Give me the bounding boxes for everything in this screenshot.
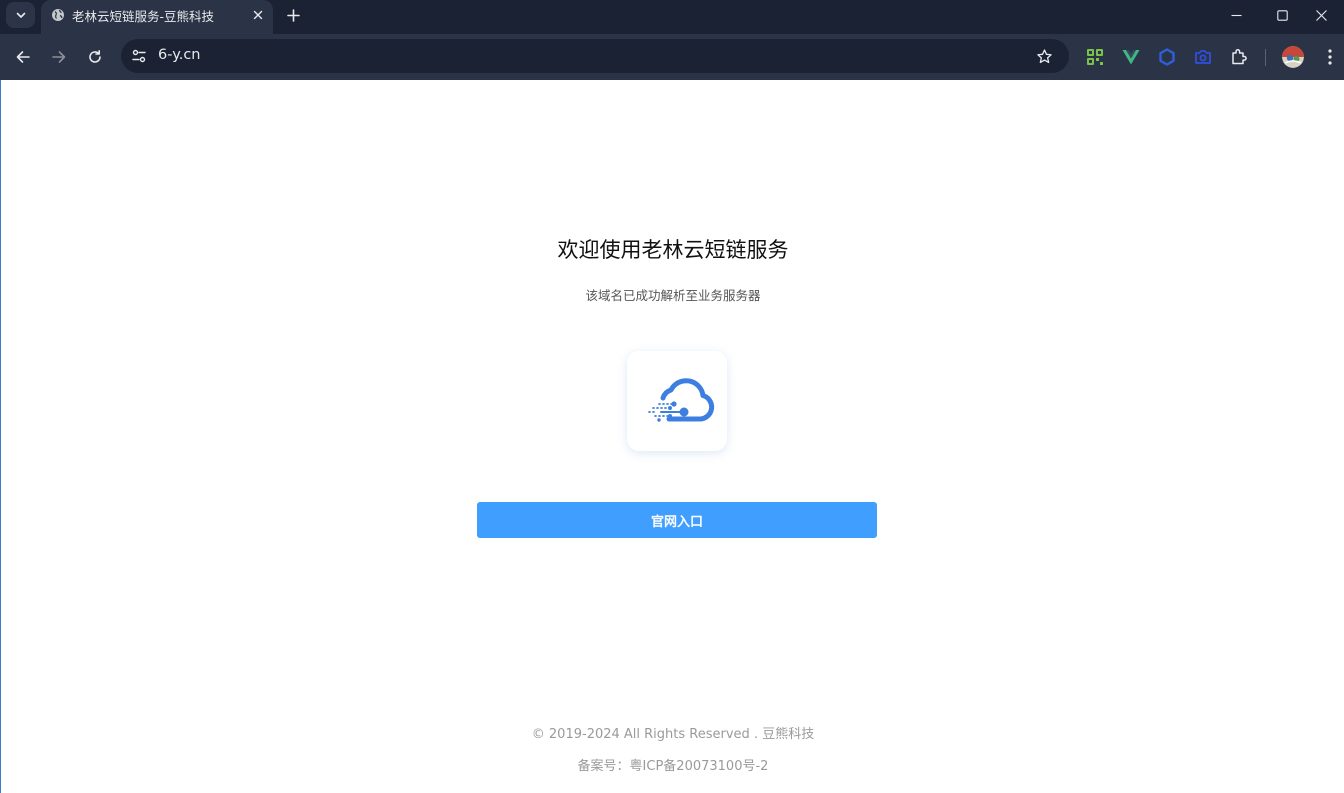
puzzle-icon: [1232, 48, 1247, 65]
close-window-button[interactable]: [1298, 0, 1344, 30]
extensions-menu-button[interactable]: [1228, 46, 1250, 68]
star-icon: [1036, 48, 1052, 63]
minimize-icon: [1231, 14, 1241, 16]
close-icon: [1315, 9, 1327, 21]
vue-icon: [1122, 50, 1140, 65]
browser-tab-active[interactable]: 老林云短链服务-豆熊科技: [41, 0, 273, 34]
profile-avatar[interactable]: [1282, 46, 1304, 68]
browser-menu-button[interactable]: [1319, 46, 1341, 68]
camera-icon: [1195, 50, 1211, 64]
extension-camera[interactable]: [1192, 46, 1214, 68]
plus-icon: [286, 8, 300, 22]
page-title: 欢迎使用老林云短链服务: [557, 238, 789, 262]
page-subtitle: 该域名已成功解析至业务服务器: [585, 288, 761, 303]
address-bar[interactable]: 6-y.cn: [121, 39, 1069, 73]
arrow-left-icon: [16, 51, 30, 63]
tab-title: 老林云短链服务-豆熊科技: [72, 9, 215, 24]
toolbar-separator: [1265, 49, 1266, 66]
logo-card: [627, 351, 727, 451]
more-vertical-icon: [1328, 49, 1332, 65]
forward-button[interactable]: [47, 45, 71, 69]
tab-bar: 老林云短链服务-豆熊科技: [0, 0, 1344, 34]
tab-close-button[interactable]: [249, 6, 267, 24]
hexagon-icon: [1159, 48, 1175, 66]
official-site-button[interactable]: 官网入口: [477, 502, 877, 538]
qr-code-icon: [1087, 49, 1103, 65]
reload-button[interactable]: [83, 45, 107, 69]
globe-icon: [52, 9, 64, 21]
browser-toolbar: 6-y.cn: [0, 34, 1344, 80]
icp-record-link[interactable]: 备案号：粤ICP备20073100号-2: [1, 755, 1344, 774]
page-content: 欢迎使用老林云短链服务 该域名已成功解析至业务服务器 官网入口 © 2019-2…: [0, 80, 1344, 793]
url-text[interactable]: 6-y.cn: [158, 47, 201, 63]
chevron-down-icon: [16, 12, 25, 18]
tune-icon: [132, 49, 146, 63]
arrow-right-icon: [52, 51, 66, 63]
copyright-text: © 2019-2024 All Rights Reserved . 豆熊科技: [531, 727, 815, 742]
tab-search-button[interactable]: [6, 2, 35, 28]
back-button[interactable]: [11, 45, 35, 69]
extension-vue[interactable]: [1120, 46, 1142, 68]
minimize-button[interactable]: [1213, 0, 1259, 30]
site-info-button[interactable]: [129, 46, 149, 66]
new-tab-button[interactable]: [283, 5, 303, 25]
maximize-icon: [1276, 9, 1288, 21]
extension-hexagon[interactable]: [1156, 46, 1178, 68]
bookmark-button[interactable]: [1034, 46, 1054, 66]
cloud-icon: [648, 378, 715, 422]
reload-icon: [89, 50, 101, 63]
extension-qr[interactable]: [1084, 46, 1106, 68]
avatar-icon: [1282, 46, 1304, 68]
close-icon: [253, 10, 263, 20]
